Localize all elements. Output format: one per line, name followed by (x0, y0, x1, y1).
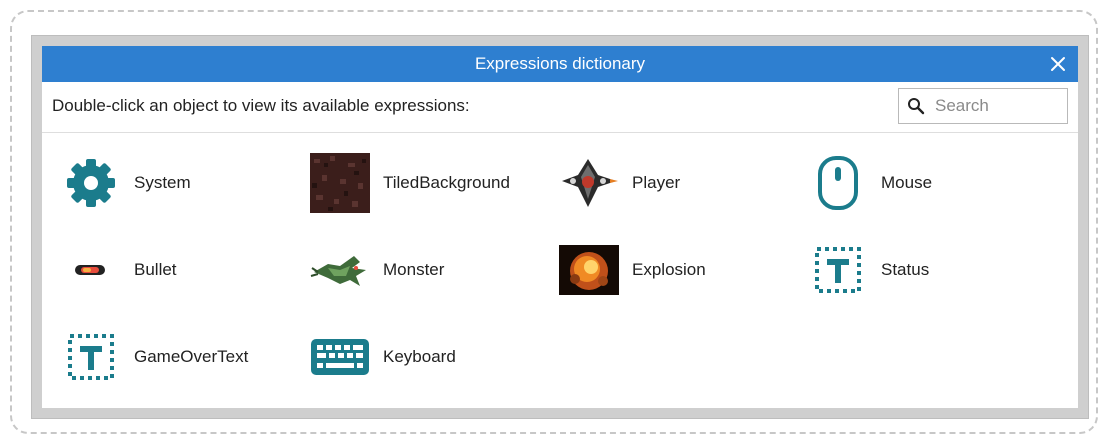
header-divider (42, 132, 1078, 133)
object-item-tiledbackground[interactable]: TiledBackground (309, 152, 549, 214)
object-label: GameOverText (134, 347, 249, 366)
object-item-status[interactable]: Status (807, 239, 1047, 301)
search-box[interactable] (898, 88, 1068, 124)
object-label: Player (632, 173, 681, 192)
player-ship-icon (558, 152, 620, 214)
keyboard-icon (309, 326, 371, 388)
tiled-background-icon (309, 152, 371, 214)
gear-icon (60, 152, 122, 214)
text-object-icon (60, 326, 122, 388)
object-item-explosion[interactable]: Explosion (558, 239, 798, 301)
text-object-icon (807, 239, 869, 301)
expressions-dialog: Expressions dictionary Double-click an o… (42, 46, 1078, 408)
monster-icon (309, 239, 371, 301)
object-label: System (134, 173, 191, 192)
object-label: Explosion (632, 260, 706, 279)
mouse-icon (807, 152, 869, 214)
object-label: Bullet (134, 260, 177, 279)
object-label: Mouse (881, 173, 933, 192)
object-label: TiledBackground (383, 173, 510, 192)
object-item-gameovertext[interactable]: GameOverText (60, 326, 300, 388)
object-label: Keyboard (383, 347, 456, 366)
object-label: Monster (383, 260, 445, 279)
instructions-text: Double-click an object to view its avail… (52, 96, 470, 115)
close-button[interactable] (1042, 48, 1074, 80)
title-bar: Expressions dictionary (42, 46, 1078, 82)
object-item-system[interactable]: System (60, 152, 300, 214)
search-input[interactable] (933, 95, 1057, 117)
object-item-keyboard[interactable]: Keyboard (309, 326, 549, 388)
object-label: Status (881, 260, 930, 279)
object-item-monster[interactable]: Monster (309, 239, 549, 301)
explosion-icon (558, 239, 620, 301)
object-item-bullet[interactable]: Bullet (60, 239, 300, 301)
bullet-icon (60, 239, 122, 301)
close-icon (1051, 57, 1065, 71)
object-item-player[interactable]: Player (558, 152, 798, 214)
dialog-title: Expressions dictionary (474, 54, 646, 73)
object-item-mouse[interactable]: Mouse (807, 152, 1047, 214)
search-icon (907, 95, 929, 117)
